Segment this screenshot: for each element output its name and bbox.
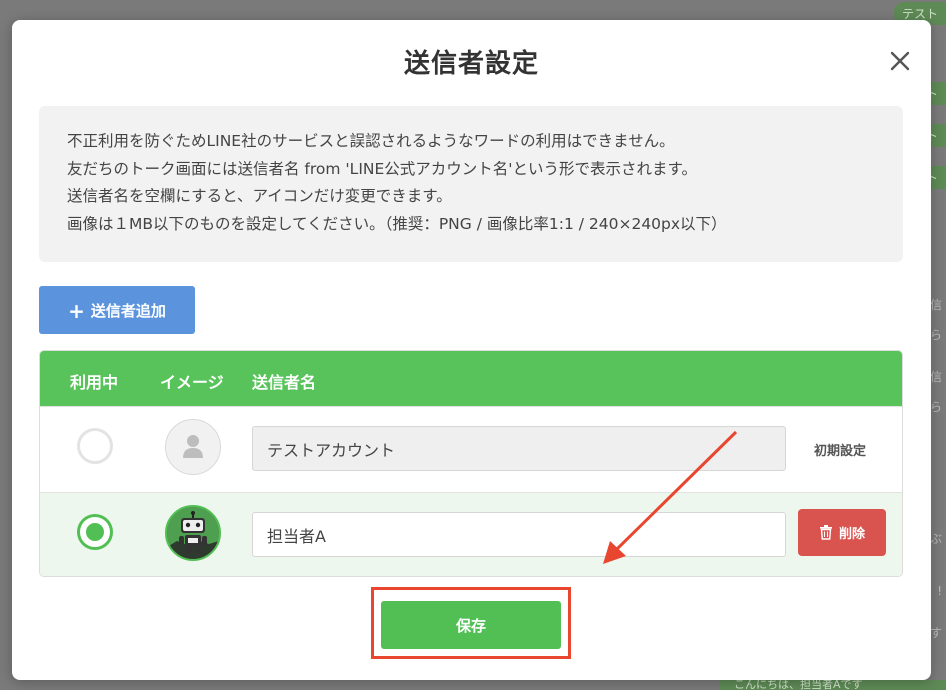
bg-text: す bbox=[929, 626, 942, 640]
bg-text: 信 bbox=[929, 370, 942, 384]
robot-icon bbox=[167, 507, 219, 559]
notice-line: 送信者名を空欄にすると、アイコンだけ変更できます。 bbox=[67, 187, 452, 205]
notice-box: 不正利用を防ぐためLINE社のサービスと誤認されるようなワードの利用はできません… bbox=[39, 106, 903, 262]
delete-button[interactable]: 削除 bbox=[798, 509, 886, 556]
notice-line: 不正利用を防ぐためLINE社のサービスと誤認されるようなワードの利用はできません… bbox=[67, 132, 675, 150]
header-sender-name: 送信者名 bbox=[252, 373, 317, 392]
close-button[interactable] bbox=[887, 48, 913, 74]
bg-text: ら bbox=[929, 400, 942, 414]
in-use-radio[interactable] bbox=[77, 428, 113, 464]
save-button[interactable]: 保存 bbox=[381, 601, 561, 649]
bg-text: ! bbox=[937, 584, 942, 598]
avatar[interactable] bbox=[165, 505, 221, 561]
bg-text: ぶ bbox=[929, 532, 942, 546]
default-setting-label: 初期設定 bbox=[814, 444, 867, 459]
bg-chat-bubble-bottom: こんにちは、担当者Aです bbox=[720, 680, 946, 690]
add-sender-button[interactable]: + 送信者追加 bbox=[39, 286, 195, 334]
delete-label: 削除 bbox=[838, 527, 865, 542]
bg-text: ら bbox=[929, 328, 942, 342]
default-user-icon bbox=[183, 435, 203, 458]
close-icon bbox=[890, 51, 910, 71]
header-image: イメージ bbox=[160, 373, 224, 392]
bg-text: 信 bbox=[929, 298, 942, 312]
notice-line: 友だちのトーク画面には送信者名 from 'LINE公式アカウント名'という形で… bbox=[67, 159, 697, 178]
trash-icon bbox=[819, 525, 832, 540]
add-sender-label: 送信者追加 bbox=[90, 301, 166, 320]
sender-name-field[interactable] bbox=[252, 426, 786, 471]
sender-name-field[interactable] bbox=[252, 512, 786, 557]
table-header: 利用中 イメージ 送信者名 bbox=[40, 351, 902, 406]
table-row: 削除 bbox=[40, 492, 902, 576]
in-use-radio[interactable] bbox=[77, 514, 113, 550]
sender-table: 利用中 イメージ 送信者名 初期設定 bbox=[39, 350, 903, 577]
avatar[interactable] bbox=[165, 419, 221, 475]
table-row: 初期設定 bbox=[40, 406, 902, 492]
notice-line: 画像は１MB以下のものを設定してください。（推奨：PNG / 画像比率1:1 /… bbox=[67, 214, 727, 233]
header-in-use: 利用中 bbox=[70, 373, 119, 392]
modal-title: 送信者設定 bbox=[403, 49, 539, 79]
plus-icon: + bbox=[68, 299, 85, 323]
sender-settings-modal: 送信者設定 不正利用を防ぐためLINE社のサービスと誤認されるようなワードの利用… bbox=[12, 20, 931, 680]
